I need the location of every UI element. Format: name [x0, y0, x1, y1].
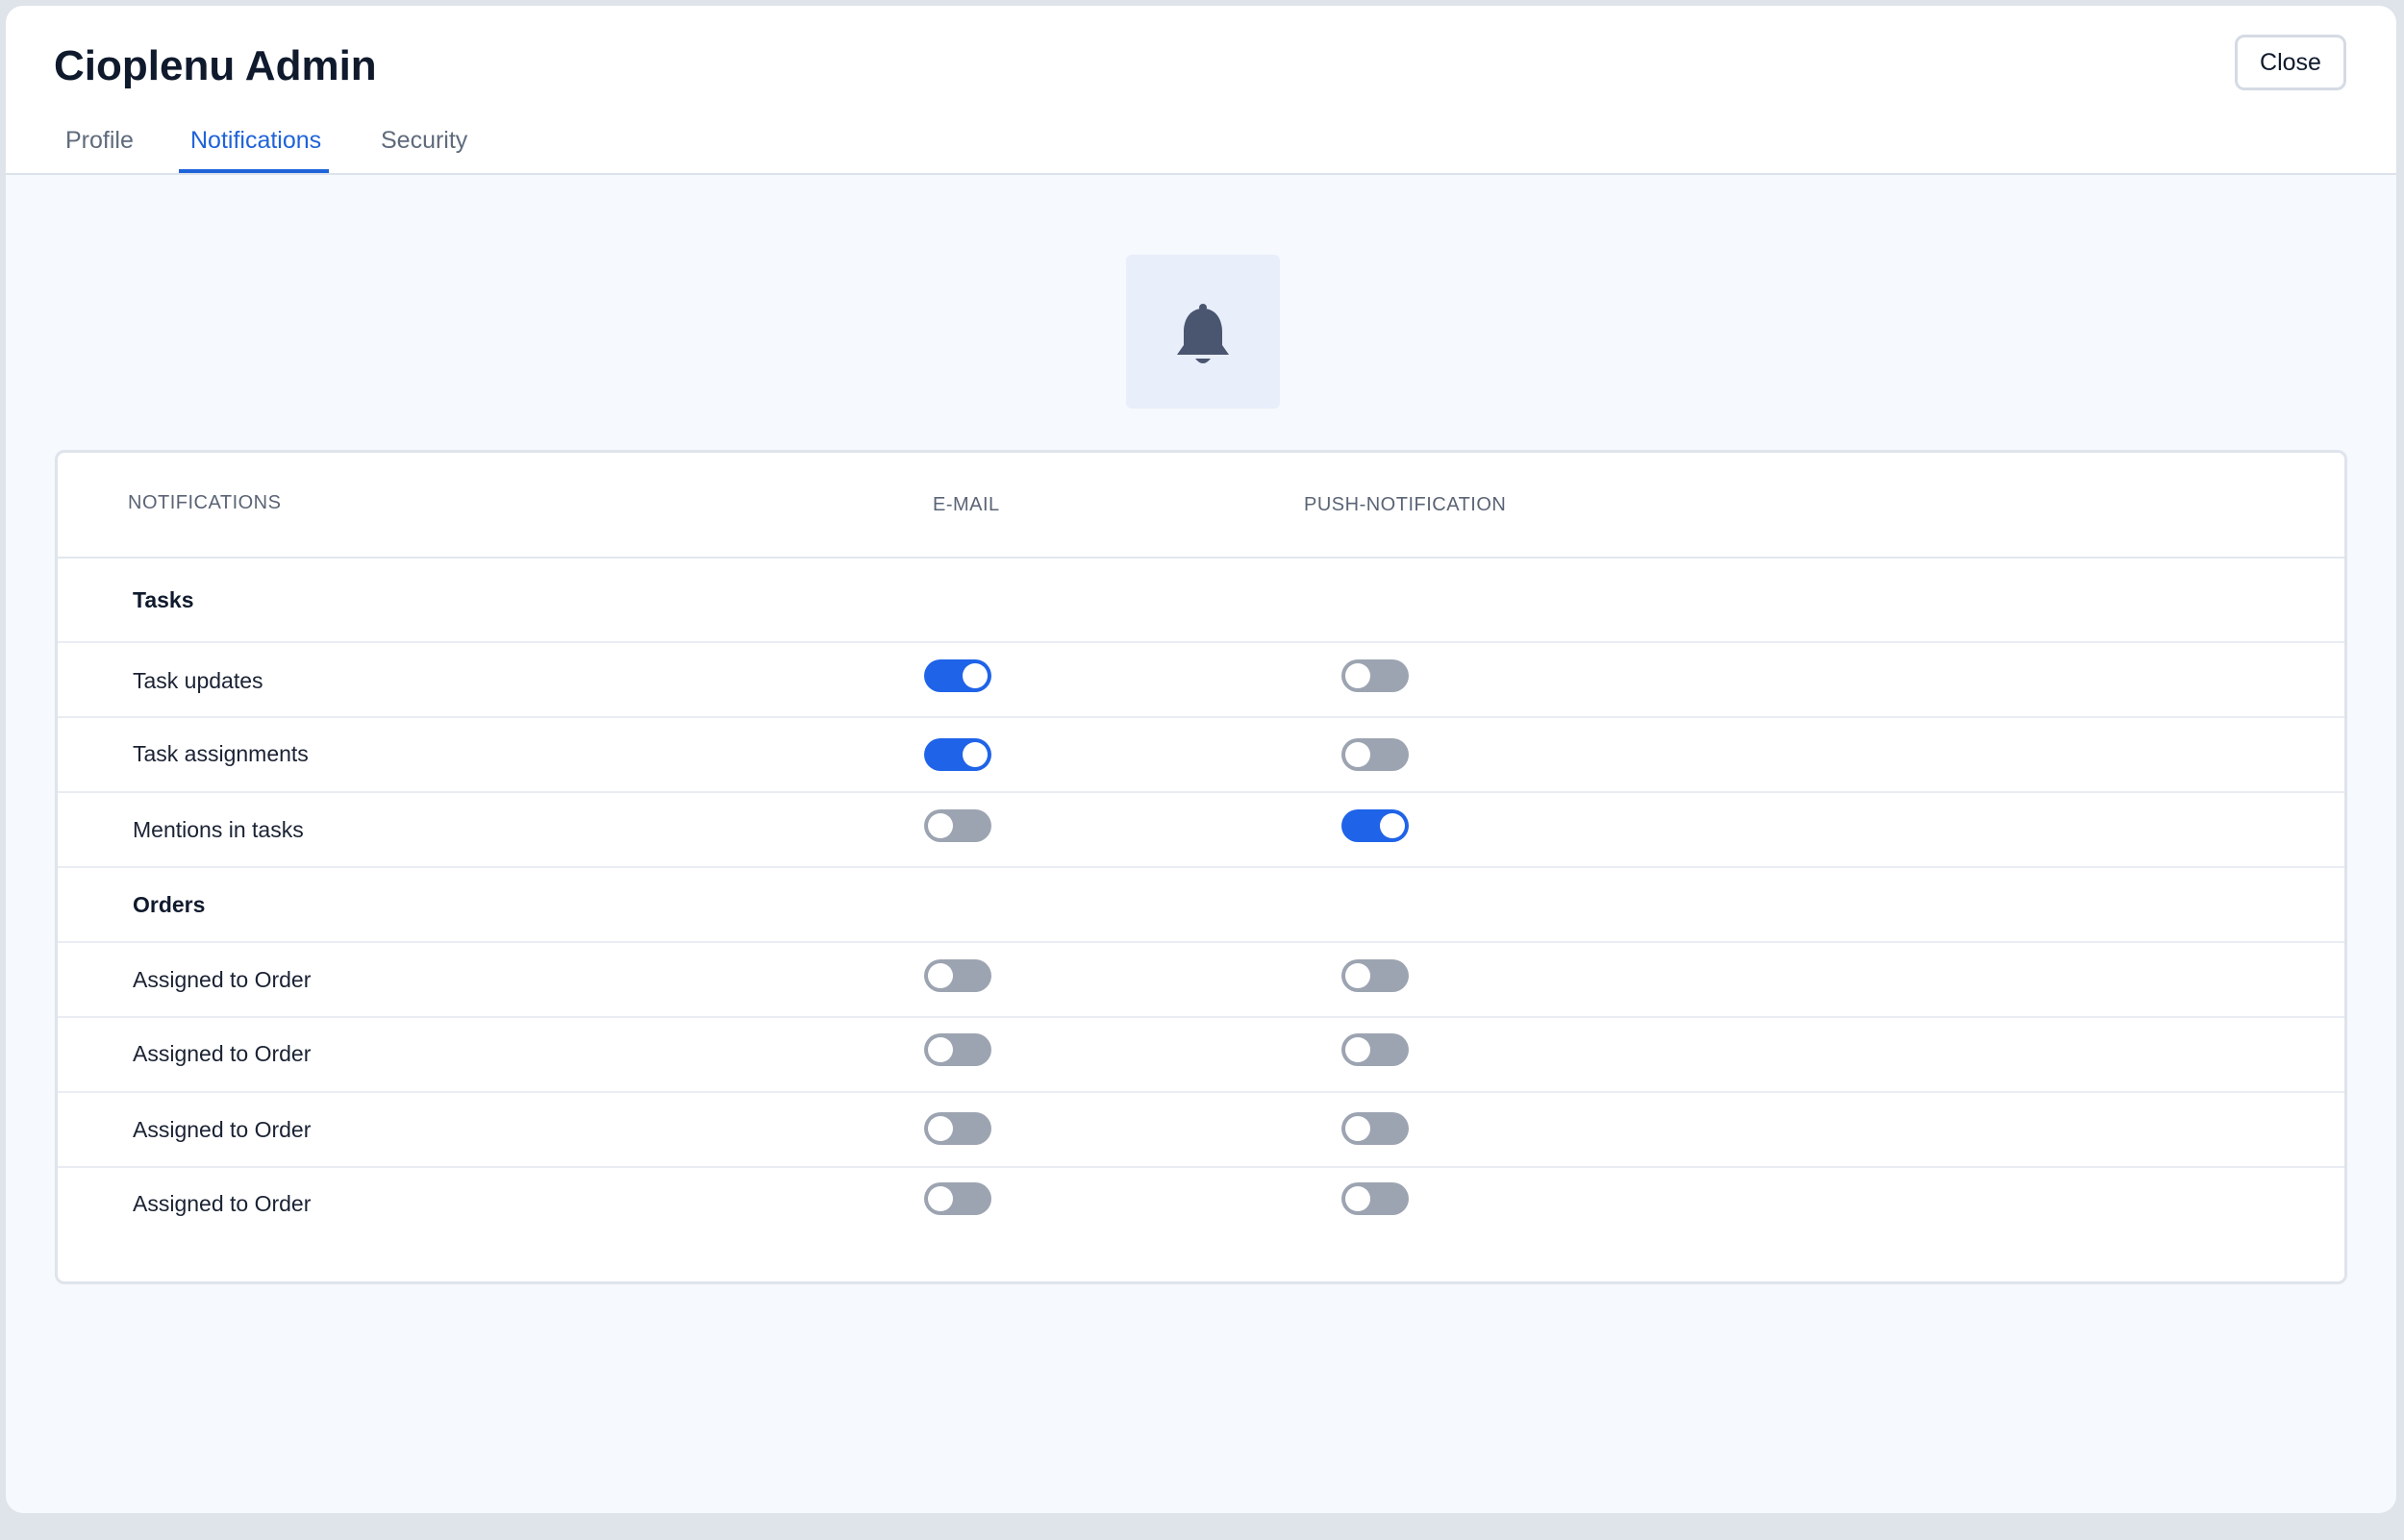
table-row: Mentions in tasks [58, 793, 2344, 868]
toggle-knob [928, 813, 953, 838]
email-toggle[interactable] [924, 1112, 991, 1145]
tab-security[interactable]: Security [381, 127, 467, 155]
push-toggle[interactable] [1341, 1033, 1409, 1066]
toggle-knob [1345, 742, 1370, 767]
notifications-table: NOTIFICATIONS E-MAIL PUSH-NOTIFICATION T… [55, 450, 2347, 1284]
toggle-knob [928, 1037, 953, 1062]
toggle-knob [1345, 963, 1370, 988]
toggle-knob [928, 1186, 953, 1211]
section-title: Orders [133, 892, 206, 917]
email-toggle[interactable] [924, 1182, 991, 1215]
row-label: Task updates [133, 668, 263, 693]
push-toggle[interactable] [1341, 738, 1409, 771]
toggle-knob [1345, 1116, 1370, 1141]
page-title: Cioplenu Admin [54, 42, 377, 89]
row-label: Mentions in tasks [133, 817, 304, 842]
close-button[interactable]: Close [2235, 35, 2346, 90]
header-notifications: NOTIFICATIONS [128, 492, 282, 513]
table-row: Assigned to Order [58, 1018, 2344, 1093]
bell-icon [1177, 304, 1229, 363]
push-toggle[interactable] [1341, 1182, 1409, 1215]
settings-window: Cioplenu Admin Close Profile Notificatio… [6, 6, 2396, 1513]
tab-profile[interactable]: Profile [65, 127, 134, 155]
email-toggle[interactable] [924, 959, 991, 992]
toggle-knob [1380, 813, 1405, 838]
table-row: Assigned to Order [58, 943, 2344, 1018]
table-row: Assigned to Order [58, 1168, 2344, 1241]
row-label: Assigned to Order [133, 1041, 312, 1066]
header-email: E-MAIL [933, 494, 1000, 515]
push-toggle[interactable] [1341, 959, 1409, 992]
table-row: Assigned to Order [58, 1093, 2344, 1168]
notifications-hero [1126, 255, 1280, 409]
header: Cioplenu Admin Close Profile Notificatio… [6, 6, 2396, 175]
section-tasks: Tasks [58, 557, 2344, 643]
toggle-knob [963, 742, 988, 767]
tab-notifications[interactable]: Notifications [190, 127, 321, 155]
email-toggle[interactable] [924, 659, 991, 692]
row-label: Assigned to Order [133, 1191, 312, 1216]
push-toggle[interactable] [1341, 1112, 1409, 1145]
email-toggle[interactable] [924, 1033, 991, 1066]
active-tab-indicator [179, 169, 329, 173]
section-title: Tasks [133, 587, 194, 612]
row-label: Assigned to Order [133, 1117, 312, 1142]
toggle-knob [1345, 1186, 1370, 1211]
table-header: NOTIFICATIONS E-MAIL PUSH-NOTIFICATION [58, 453, 2344, 559]
toggle-knob [928, 963, 953, 988]
email-toggle[interactable] [924, 809, 991, 842]
header-push: PUSH-NOTIFICATION [1304, 494, 1507, 515]
toggle-knob [1345, 663, 1370, 688]
push-toggle[interactable] [1341, 659, 1409, 692]
toggle-knob [928, 1116, 953, 1141]
row-label: Task assignments [133, 741, 309, 766]
table-row: Task assignments [58, 718, 2344, 793]
toggle-knob [1345, 1037, 1370, 1062]
table-row: Task updates [58, 643, 2344, 718]
toggle-knob [963, 663, 988, 688]
email-toggle[interactable] [924, 738, 991, 771]
push-toggle[interactable] [1341, 809, 1409, 842]
section-orders: Orders [58, 868, 2344, 943]
row-label: Assigned to Order [133, 967, 312, 992]
